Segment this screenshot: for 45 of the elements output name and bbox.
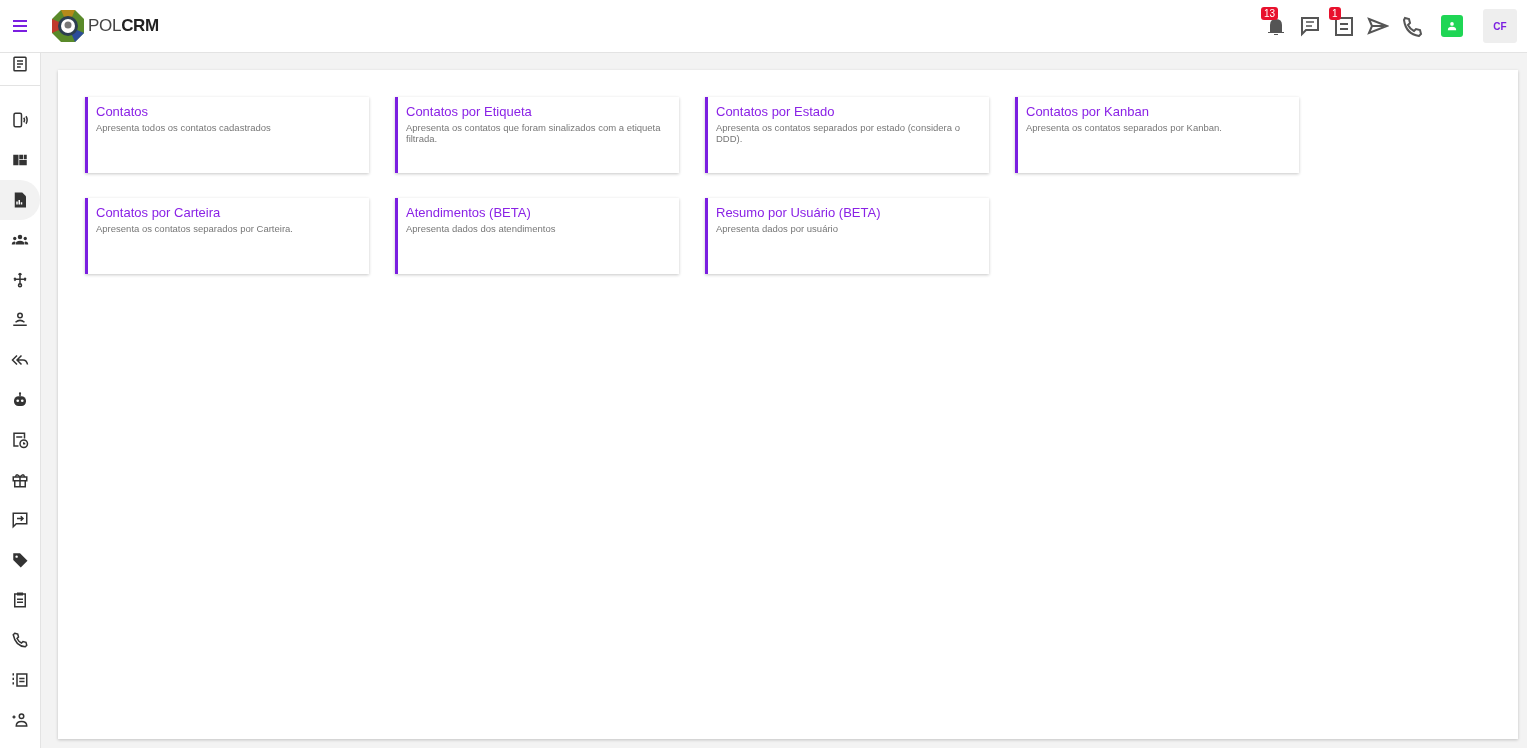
phone-icon[interactable] [1401,15,1423,37]
report-title: Contatos [96,104,149,119]
notification-badge: 13 [1261,7,1279,20]
user-avatar[interactable]: CF [1483,9,1517,43]
report-description: Apresenta os contatos separados por estado (considera o DDD). [716,122,961,144]
tag-icon [11,551,29,569]
checklist-icon [11,55,29,73]
report-title: Contatos por Kanban [1026,104,1149,119]
logo-icon [50,8,86,44]
report-card[interactable]: Contatos por Carteira Apresenta os contatos separados por Carteira. [85,198,369,274]
sidebar-item[interactable] [0,180,40,220]
report-description: Apresenta os contatos separados por Carteira. [96,223,293,234]
robot-icon [11,391,29,409]
person-add-icon [11,711,29,729]
report-title: Contatos por Carteira [96,205,221,220]
gift-icon [11,471,29,489]
report-card[interactable]: Contatos por Etiqueta Apresenta os contatos que foram sinalizados com a etiqueta filtrada. [395,97,679,173]
phone-signal-icon [11,111,29,129]
person-icon [11,311,29,329]
report-title: Atendimentos (BETA) [406,205,531,220]
report-card[interactable]: Contatos Apresenta todos os contatos cadastrados [85,97,369,173]
report-description: Apresenta todos os contatos cadastrados [96,122,271,133]
report-card[interactable]: Atendimentos (BETA) Apresenta dados dos atendimentos [395,198,679,274]
person-icon [1447,21,1457,31]
report-card[interactable]: Resumo por Usuário (BETA) Apresenta dados por usuário [705,198,989,274]
report-card[interactable]: Contatos por Kanban Apresenta os contatos separados por Kanban. [1015,97,1299,173]
report-card[interactable]: Contatos por Estado Apresenta os contatos separados por estado (considera o DDD). [705,97,989,173]
list-icon [11,671,29,689]
schedule-icon [11,431,29,449]
task-list-icon[interactable] [1333,15,1355,37]
report-description: Apresenta dados por usuário [716,223,838,234]
phone-icon [11,631,29,649]
clipboard-icon [11,591,29,609]
send-icon[interactable] [1367,15,1389,37]
message-icon [11,511,29,529]
report-title: Resumo por Usuário (BETA) [716,205,881,220]
report-title: Contatos por Etiqueta [406,104,532,119]
report-description: Apresenta os contatos separados por Kanban. [1026,122,1222,133]
report-description: Apresenta dados dos atendimentos [406,223,556,234]
arrows-icon [11,271,29,289]
chat-icon[interactable] [1299,15,1321,37]
report-title: Contatos por Estado [716,104,835,119]
task-badge: 1 [1329,7,1341,20]
brand-name: POLCRM [88,16,159,36]
report-description: Apresenta os contatos que foram sinalizados com a etiqueta filtrada. [406,122,662,144]
